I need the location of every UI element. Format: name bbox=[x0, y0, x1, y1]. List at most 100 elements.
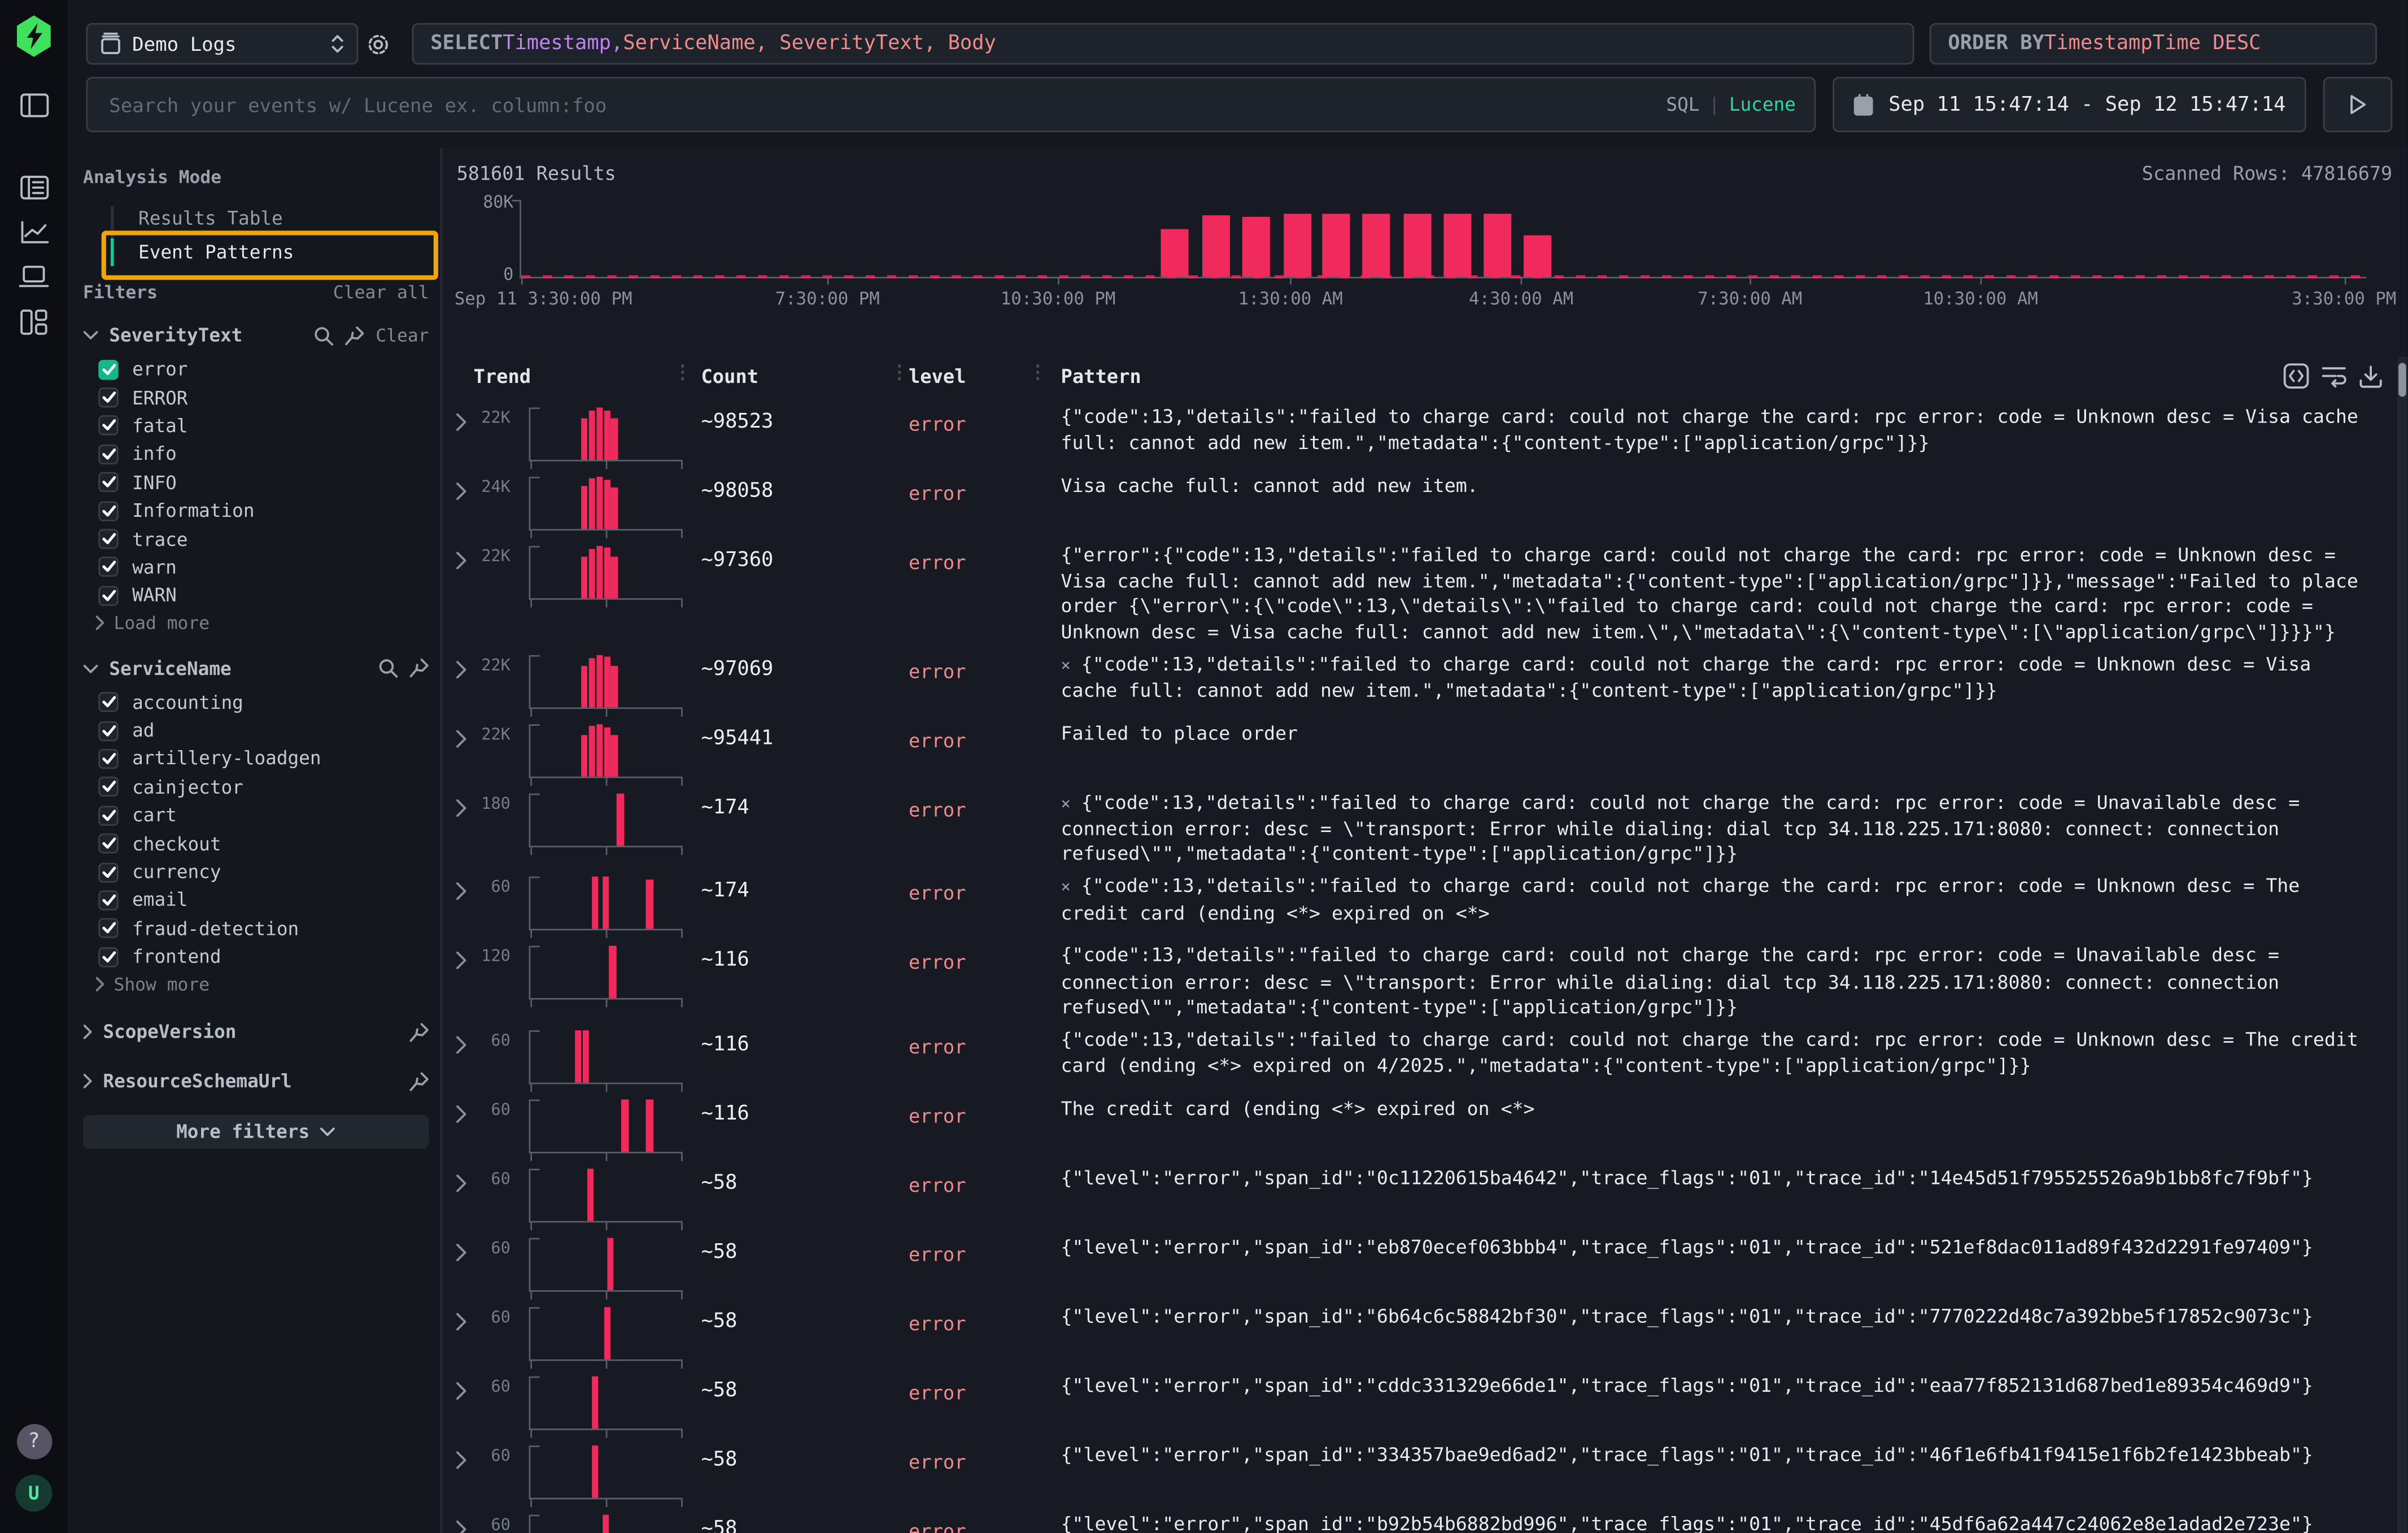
checkbox[interactable] bbox=[98, 721, 118, 741]
pattern-text-cell[interactable]: Failed to place order bbox=[1061, 713, 2376, 747]
language-option[interactable]: | bbox=[1709, 94, 1720, 115]
pattern-text-cell[interactable]: {"level":"error","span_id":"b92b54b6882b… bbox=[1061, 1504, 2376, 1533]
checkbox[interactable] bbox=[98, 890, 118, 910]
source-settings-button[interactable] bbox=[366, 32, 391, 57]
pattern-text-cell[interactable]: Visa cache full: cannot add new item. bbox=[1061, 466, 2376, 500]
severity-option[interactable]: fatal bbox=[83, 412, 429, 440]
service-option[interactable]: currency bbox=[83, 858, 429, 886]
pattern-text-cell[interactable]: The credit card (ending <*> expired on <… bbox=[1061, 1089, 2376, 1123]
language-option[interactable]: SQL bbox=[1666, 94, 1699, 115]
wrap-lines-icon[interactable] bbox=[2322, 364, 2346, 387]
checkbox[interactable] bbox=[98, 918, 118, 938]
checkbox[interactable] bbox=[98, 693, 118, 712]
query-language-toggle[interactable]: SQL|Lucene bbox=[1666, 94, 1795, 115]
pattern-row[interactable]: 60 ~58 error {"level":"error","span_id":… bbox=[443, 1504, 2407, 1533]
severity-load-more[interactable]: Load more bbox=[83, 610, 429, 636]
nav-chart-explorer[interactable] bbox=[0, 220, 68, 245]
pattern-text-cell[interactable]: {"code":13,"details":"failed to charge c… bbox=[1061, 1020, 2376, 1079]
search-input[interactable] bbox=[106, 92, 1654, 117]
col-header-trend[interactable]: Trend bbox=[474, 364, 531, 387]
pattern-row[interactable]: 60 ~58 error {"level":"error","span_id":… bbox=[443, 1227, 2407, 1297]
service-option[interactable]: frontend bbox=[83, 943, 429, 971]
more-filters-button[interactable]: More filters bbox=[83, 1116, 429, 1149]
col-resize-handle[interactable]: ⋮ bbox=[890, 362, 907, 383]
checkbox[interactable] bbox=[98, 862, 118, 882]
user-avatar[interactable]: U bbox=[0, 1475, 68, 1512]
help-button[interactable]: ? bbox=[0, 1424, 68, 1460]
service-option[interactable]: email bbox=[83, 886, 429, 914]
checkbox[interactable] bbox=[98, 359, 118, 379]
pattern-row[interactable]: 22K ~97069 error ×{"code":13,"details":"… bbox=[443, 644, 2407, 713]
pattern-text-cell[interactable]: ×{"code":13,"details":"failed to charge … bbox=[1061, 782, 2376, 866]
col-resize-handle[interactable]: ⋮ bbox=[1028, 362, 1045, 383]
col-header-count[interactable]: Count bbox=[701, 364, 758, 387]
pattern-text-cell[interactable]: {"code":13,"details":"failed to charge c… bbox=[1061, 397, 2376, 456]
severity-option[interactable]: Information bbox=[83, 497, 429, 525]
checkbox[interactable] bbox=[98, 387, 118, 407]
pattern-row[interactable]: 24K ~98058 error Visa cache full: cannot… bbox=[443, 466, 2407, 535]
pattern-row[interactable]: 22K ~95441 error Failed to place order bbox=[443, 713, 2407, 783]
analysis-mode-tab[interactable]: Results Table bbox=[83, 202, 429, 236]
checkbox[interactable] bbox=[98, 749, 118, 769]
facet-clear-button[interactable]: Clear bbox=[376, 324, 429, 346]
pattern-row[interactable]: 120 ~116 error {"code":13,"details":"fai… bbox=[443, 935, 2407, 1020]
service-option[interactable]: artillery-loadgen bbox=[83, 744, 429, 773]
pattern-text-cell[interactable]: {"level":"error","span_id":"cddc331329e6… bbox=[1061, 1366, 2376, 1400]
analysis-mode-tab[interactable]: Event Patterns bbox=[83, 236, 429, 269]
pattern-row[interactable]: 60 ~174 error ×{"code":13,"details":"fai… bbox=[443, 866, 2407, 936]
clear-all-button[interactable]: Clear all bbox=[333, 281, 429, 303]
severity-option[interactable]: error bbox=[83, 355, 429, 384]
sidebar-toggle-button[interactable] bbox=[0, 92, 68, 118]
pattern-row[interactable]: 60 ~58 error {"level":"error","span_id":… bbox=[443, 1296, 2407, 1366]
pattern-row[interactable]: 22K ~97360 error {"error":{"code":13,"de… bbox=[443, 535, 2407, 644]
service-option[interactable]: cart bbox=[83, 802, 429, 830]
pattern-row[interactable]: 180 ~174 error ×{"code":13,"details":"fa… bbox=[443, 782, 2407, 866]
checkbox[interactable] bbox=[98, 472, 118, 492]
pattern-row[interactable]: 22K ~98523 error {"code":13,"details":"f… bbox=[443, 397, 2407, 466]
pattern-row[interactable]: 60 ~116 error The credit card (ending <*… bbox=[443, 1089, 2407, 1159]
run-query-button[interactable] bbox=[2323, 77, 2393, 132]
facet-header[interactable]: ServiceName bbox=[83, 654, 429, 682]
severity-option[interactable]: trace bbox=[83, 525, 429, 553]
pattern-text-cell[interactable]: {"code":13,"details":"failed to charge c… bbox=[1061, 935, 2376, 1020]
pattern-text-cell[interactable]: {"level":"error","span_id":"6b64c6c58842… bbox=[1061, 1296, 2376, 1330]
pattern-text-cell[interactable]: ×{"code":13,"details":"failed to charge … bbox=[1061, 866, 2376, 926]
histogram-plot[interactable]: Sep 11 3:30:00 PM7:30:00 PM10:30:00 PM1:… bbox=[520, 200, 2366, 278]
col-resize-handle[interactable]: ⋮ bbox=[673, 362, 690, 383]
checkbox[interactable] bbox=[98, 558, 118, 577]
pattern-row[interactable]: 60 ~58 error {"level":"error","span_id":… bbox=[443, 1158, 2407, 1227]
vertical-scrollbar[interactable] bbox=[2397, 357, 2407, 1533]
col-header-level[interactable]: level bbox=[909, 364, 966, 387]
col-header-pattern[interactable]: Pattern bbox=[1061, 364, 1141, 387]
checkbox[interactable] bbox=[98, 834, 118, 853]
pattern-text-cell[interactable]: {"level":"error","span_id":"334357bae9ed… bbox=[1061, 1435, 2376, 1469]
pattern-row[interactable]: 60 ~58 error {"level":"error","span_id":… bbox=[443, 1366, 2407, 1435]
app-logo[interactable] bbox=[0, 15, 68, 57]
pattern-text-cell[interactable]: {"error":{"code":13,"details":"failed to… bbox=[1061, 535, 2376, 644]
severity-option[interactable]: ERROR bbox=[83, 384, 429, 412]
facet-header[interactable]: ResourceSchemaUrl bbox=[83, 1068, 429, 1096]
checkbox[interactable] bbox=[98, 529, 118, 549]
checkbox[interactable] bbox=[98, 501, 118, 521]
service-option[interactable]: fraud-detection bbox=[83, 914, 429, 943]
results-histogram[interactable]: 80K 0 Sep 11 3:30:00 PM7:30:00 PM10:30:0… bbox=[443, 191, 2407, 351]
service-option[interactable]: checkout bbox=[83, 830, 429, 858]
checkbox[interactable] bbox=[98, 586, 118, 606]
pattern-text-cell[interactable]: {"level":"error","span_id":"eb870ecef063… bbox=[1061, 1227, 2376, 1261]
scrollbar-thumb[interactable] bbox=[2398, 363, 2406, 397]
checkbox[interactable] bbox=[98, 805, 118, 825]
service-option[interactable]: ad bbox=[83, 716, 429, 744]
pattern-text-cell[interactable]: {"level":"error","span_id":"0c11220615ba… bbox=[1061, 1158, 2376, 1192]
facet-header[interactable]: SeverityText Clear bbox=[83, 321, 429, 349]
severity-option[interactable]: WARN bbox=[83, 581, 429, 609]
select-clause-input[interactable]: SELECT Timestamp, ServiceName, SeverityT… bbox=[412, 23, 1914, 65]
checkbox[interactable] bbox=[98, 777, 118, 797]
pattern-row[interactable]: 60 ~116 error {"code":13,"details":"fail… bbox=[443, 1020, 2407, 1089]
nav-sessions[interactable] bbox=[0, 264, 68, 289]
service-option[interactable]: accounting bbox=[83, 688, 429, 716]
orderby-clause-input[interactable]: ORDER BY TimestampTime DESC bbox=[1930, 23, 2377, 65]
nav-dashboards[interactable] bbox=[0, 309, 68, 335]
checkbox[interactable] bbox=[98, 416, 118, 435]
service-show-more[interactable]: Show more bbox=[83, 971, 429, 997]
nav-search-logs[interactable] bbox=[0, 175, 68, 200]
